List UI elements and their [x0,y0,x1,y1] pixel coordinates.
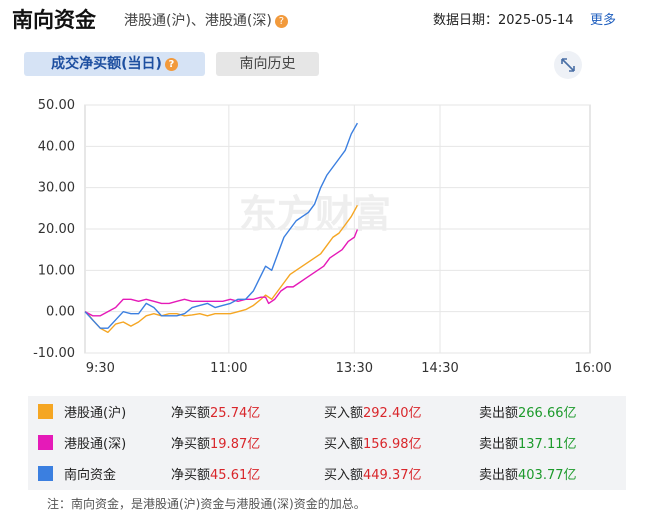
net-label: 净买额 [171,437,211,452]
legend-row-total: 南向资金 净买额45.61亿 买入额449.37亿 卖出额403.77亿 [28,458,626,488]
x-tick-label: 9:30 [86,361,115,376]
y-tick-label: 0.00 [46,305,75,320]
buy-amount: 买入额449.37亿 [324,464,422,483]
y-tick-label: 50.00 [38,98,75,113]
legend-name: 港股通(沪) [64,406,127,421]
buy-amount: 买入额292.40亿 [324,402,422,421]
chart: 东方财富 50.00 40.00 30.00 20.00 10.00 0.00 -10.00… [0,95,649,385]
tab-net-buy-today[interactable]: 成交净买额(当日)? [24,52,205,76]
page-title: 南向资金 [12,8,96,32]
sell-amount: 卖出额403.77亿 [479,464,577,483]
net-label: 净买额 [171,468,211,483]
watermark: 东方财富 [239,192,391,236]
net-value: 45.61亿 [210,468,261,483]
buy-label: 买入额 [324,468,364,483]
x-tick-label: 11:00 [210,361,247,376]
buy-value: 449.37亿 [363,468,422,483]
chart-svg: 东方财富 50.00 40.00 30.00 20.00 10.00 0.00 -10.00… [33,98,612,376]
sell-label: 卖出额 [479,468,519,483]
help-icon[interactable]: ? [274,15,288,28]
net-buy: 净买额45.61亿 [171,464,260,483]
sell-label: 卖出额 [479,406,519,421]
x-tick-label: 16:00 [574,361,611,376]
tab-label: 成交净买额(当日) [51,56,162,72]
net-value: 25.74亿 [210,406,261,421]
data-date: 数据日期：2025-05-14 [433,9,574,28]
legend-swatch [38,466,53,481]
sell-label: 卖出额 [479,437,519,452]
net-buy: 净买额25.74亿 [171,402,260,421]
net-label: 净买额 [171,406,211,421]
net-buy: 净买额19.87亿 [171,433,260,452]
y-tick-label: 20.00 [38,222,75,237]
more-link[interactable]: 更多 [590,9,616,28]
footnote: 注：南向资金，是港股通(沪)资金与港股通(深)资金的加总。 [47,497,366,511]
buy-amount: 买入额156.98亿 [324,433,422,452]
sell-value: 266.66亿 [518,406,577,421]
legend-swatch [38,435,53,450]
legend-name: 港股通(深) [64,437,127,452]
sell-amount: 卖出额137.11亿 [479,433,577,452]
net-value: 19.87亿 [210,437,261,452]
legend-row-sz: 港股通(深) 净买额19.87亿 买入额156.98亿 卖出额137.11亿 [28,427,626,457]
buy-label: 买入额 [324,437,364,452]
tab-southbound-history[interactable]: 南向历史 [216,52,319,76]
series-line-1 [84,229,359,317]
sell-value: 137.11亿 [518,437,577,452]
date-value: 2025-05-14 [498,13,574,28]
sell-value: 403.77亿 [518,468,577,483]
date-label: 数据日期： [433,13,499,28]
legend-name: 南向资金 [64,468,117,483]
help-icon[interactable]: ? [164,58,178,71]
x-tick-label: 13:30 [336,361,373,376]
buy-label: 买入额 [324,406,364,421]
legend-table: 港股通(沪) 净买额25.74亿 买入额292.40亿 卖出额266.66亿 港… [28,396,626,490]
subtitle: 港股通(沪)、港股通(深)? [124,10,288,30]
y-tick-label: 40.00 [38,139,75,154]
expand-icon[interactable] [554,51,582,79]
y-tick-label: 10.00 [38,263,75,278]
buy-value: 292.40亿 [363,406,422,421]
buy-value: 156.98亿 [363,437,422,452]
sell-amount: 卖出额266.66亿 [479,402,577,421]
header: 南向资金 港股通(沪)、港股通(深)? 数据日期：2025-05-14 更多 [0,0,630,38]
x-tick-label: 14:30 [421,361,458,376]
legend-swatch [38,404,53,419]
y-tick-label: 30.00 [38,181,75,196]
subtitle-text: 港股通(沪)、港股通(深) [124,13,272,29]
y-tick-label: -10.00 [33,346,75,361]
legend-row-sh: 港股通(沪) 净买额25.74亿 买入额292.40亿 卖出额266.66亿 [28,396,626,426]
